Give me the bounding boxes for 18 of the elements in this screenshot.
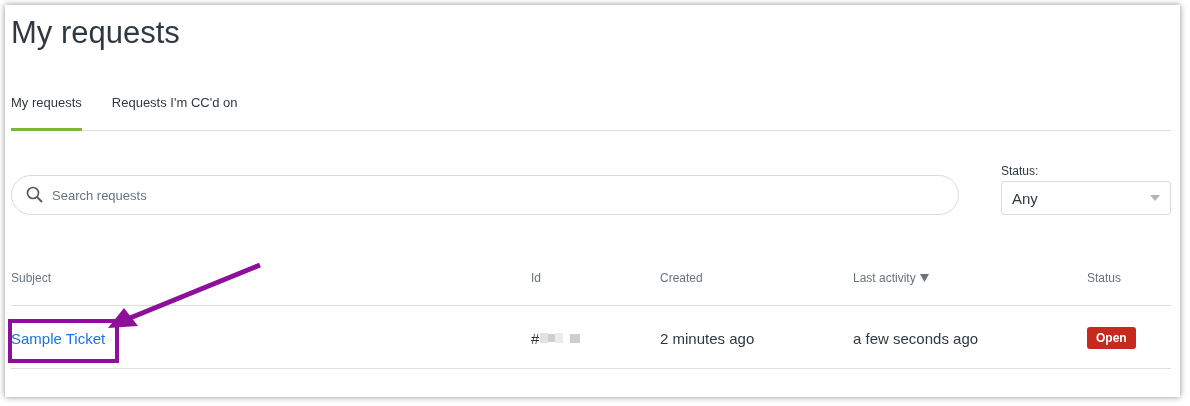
- status-dropdown[interactable]: Any: [1001, 181, 1171, 215]
- search-field[interactable]: Search requests: [11, 175, 959, 215]
- ticket-id: #: [531, 329, 540, 347]
- ticket-link[interactable]: Sample Ticket: [11, 329, 106, 347]
- tab[interactable]: Requests I'm CC'd on: [111, 95, 238, 131]
- column-header[interactable]: Created: [660, 271, 703, 285]
- column-header[interactable]: Id: [531, 271, 541, 285]
- caret-icon: [1150, 195, 1160, 201]
- sort-icon[interactable]: [919, 274, 929, 282]
- column-header[interactable]: Last activity: [853, 271, 916, 285]
- column-header[interactable]: Status: [1087, 271, 1122, 285]
- created-time: 2 minutes ago: [660, 329, 755, 347]
- field-label: Status:: [1001, 164, 1040, 178]
- page-title: My requests: [11, 15, 180, 51]
- column-header[interactable]: Subject: [11, 271, 52, 285]
- status-badge: Open: [1087, 327, 1136, 349]
- activity-time: a few seconds ago: [853, 329, 979, 347]
- tab[interactable]: My requests: [11, 95, 82, 131]
